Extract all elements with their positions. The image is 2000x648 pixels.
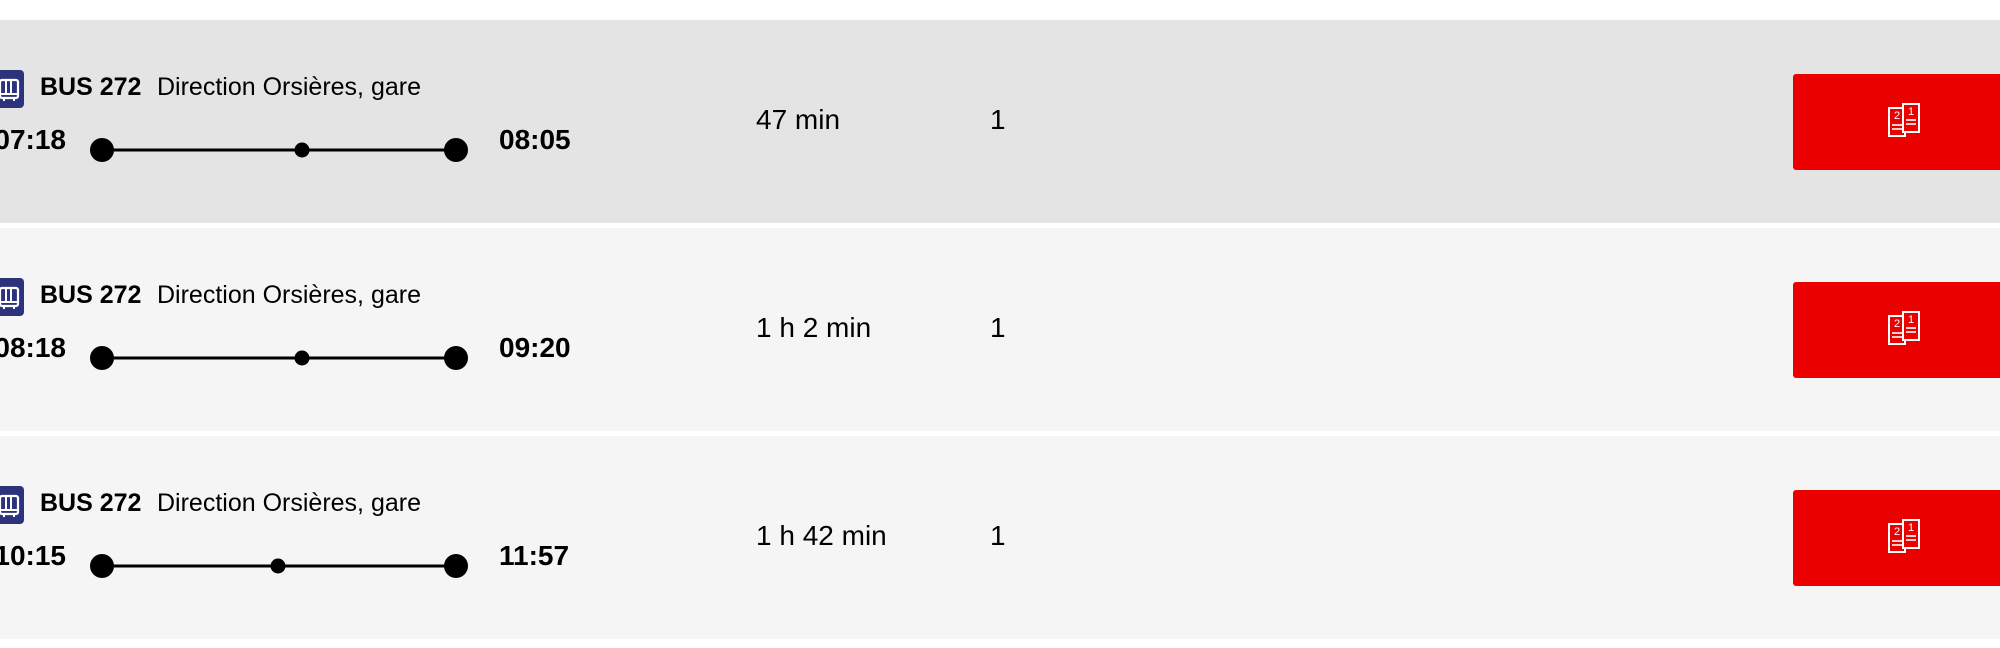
line-label: BUS 272 <box>40 281 142 309</box>
changes-count: 1 <box>990 520 1006 551</box>
departure-time: 10:15 <box>0 540 66 571</box>
connection-row[interactable]: BUS 272 Direction Orsières, gare 08:18 0… <box>0 228 2000 431</box>
departure-time: 08:18 <box>0 332 66 363</box>
intermediate-stop-dot <box>294 142 310 158</box>
origin-stop-dot <box>90 346 114 370</box>
svg-text:2: 2 <box>1894 110 1900 122</box>
arrival-time: 09:20 <box>499 332 571 363</box>
journey-timeline <box>90 554 468 578</box>
bus-icon <box>0 486 24 524</box>
journey-timeline <box>90 346 468 370</box>
arrival-time: 11:57 <box>499 540 570 571</box>
class-ticket-icon: 2 1 <box>1888 311 1920 345</box>
class-ticket-icon: 2 1 <box>1888 519 1920 553</box>
departure-time: 07:18 <box>0 124 66 155</box>
svg-text:1: 1 <box>1908 314 1914 326</box>
direction-label: Direction Orsières, gare <box>157 73 421 101</box>
connection-row[interactable]: BUS 272 Direction Orsières, gare 10:15 1… <box>0 436 2000 639</box>
arrival-time: 08:05 <box>499 124 571 155</box>
svg-text:1: 1 <box>1908 106 1914 118</box>
svg-text:1: 1 <box>1908 522 1914 534</box>
direction-label: Direction Orsières, gare <box>157 281 421 309</box>
destination-stop-dot <box>444 138 468 162</box>
connection-row[interactable]: BUS 272 Direction Orsières, gare 07:18 0… <box>0 20 2000 223</box>
svg-text:2: 2 <box>1894 318 1900 330</box>
origin-stop-dot <box>90 138 114 162</box>
bus-icon <box>0 70 24 108</box>
intermediate-stop-dot <box>270 558 286 574</box>
direction-label: Direction Orsières, gare <box>157 489 421 517</box>
intermediate-stop-dot <box>294 350 310 366</box>
duration: 1 h 42 min <box>756 520 887 551</box>
class-ticket-icon: 2 1 <box>1888 103 1920 137</box>
buy-ticket-button[interactable]: 2 1 <box>1793 282 2000 378</box>
svg-text:2: 2 <box>1894 526 1900 538</box>
duration: 1 h 2 min <box>756 312 872 343</box>
bus-icon <box>0 278 24 316</box>
line-label: BUS 272 <box>40 73 142 101</box>
buy-ticket-button[interactable]: 2 1 <box>1793 74 2000 170</box>
journey-timeline <box>90 138 468 162</box>
line-label: BUS 272 <box>40 489 142 517</box>
destination-stop-dot <box>444 554 468 578</box>
connection-list: BUS 272 Direction Orsières, gare 07:18 0… <box>0 20 2000 644</box>
duration: 47 min <box>756 104 841 135</box>
buy-ticket-button[interactable]: 2 1 <box>1793 490 2000 586</box>
changes-count: 1 <box>990 104 1006 135</box>
destination-stop-dot <box>444 346 468 370</box>
changes-count: 1 <box>990 312 1006 343</box>
origin-stop-dot <box>90 554 114 578</box>
